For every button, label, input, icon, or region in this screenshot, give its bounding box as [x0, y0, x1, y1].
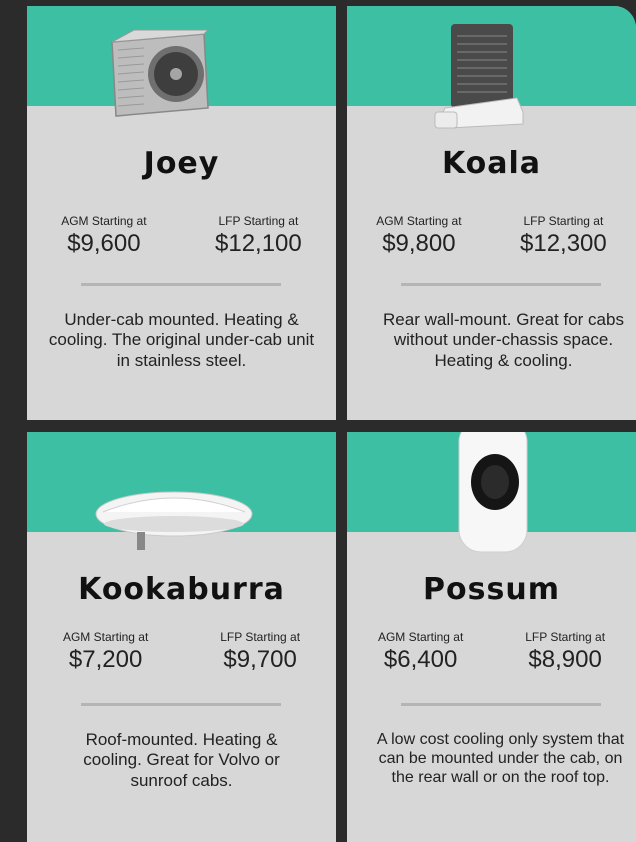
possum-unit-image: [458, 432, 528, 553]
lfp-price: $12,100: [215, 230, 302, 257]
lfp-price-block: LFP Starting at $8,900: [525, 630, 605, 674]
product-name: Koala: [441, 146, 542, 181]
koala-unit-image: [434, 24, 524, 129]
product-card-joey[interactable]: Joey AGM Starting at $9,600 LFP Starting…: [27, 6, 336, 420]
product-name: Joey: [143, 146, 220, 181]
product-card-kookaburra[interactable]: Kookaburra AGM Starting at $7,200 LFP St…: [27, 432, 336, 842]
lfp-price-block: LFP Starting at $9,700: [220, 630, 300, 674]
lfp-label: LFP Starting at: [218, 214, 299, 228]
agm-price-block: AGM Starting at $6,400: [378, 630, 463, 674]
product-name: Possum: [423, 572, 560, 607]
price-row: AGM Starting at $9,800 LFP Starting at $…: [347, 214, 636, 258]
agm-price: $6,400: [383, 646, 458, 673]
lfp-label: LFP Starting at: [523, 214, 604, 228]
lfp-price: $9,700: [223, 646, 297, 673]
agm-price-block: AGM Starting at $9,800: [376, 214, 461, 258]
lfp-price-block: LFP Starting at $12,100: [215, 214, 302, 258]
divider: [401, 283, 601, 286]
kookaburra-unit-image: [95, 491, 253, 550]
product-description: Rear wall-mount. Great for cabs without …: [383, 310, 624, 370]
agm-price: $7,200: [68, 646, 143, 673]
agm-price-block: AGM Starting at $7,200: [63, 630, 148, 674]
agm-label: AGM Starting at: [61, 214, 147, 228]
product-description: Roof-mounted. Heating & cooling. Great f…: [83, 730, 280, 790]
joey-unit-image: [111, 29, 210, 117]
agm-label: AGM Starting at: [62, 630, 149, 644]
divider: [81, 703, 281, 706]
product-description: A low cost cooling only system that can …: [376, 731, 625, 787]
agm-label: AGM Starting at: [376, 214, 462, 228]
price-row: AGM Starting at $7,200 LFP Starting at $…: [27, 630, 336, 674]
lfp-price-block: LFP Starting at $12,300: [520, 214, 607, 258]
product-card-possum[interactable]: Possum AGM Starting at $6,400 LFP Starti…: [347, 432, 636, 842]
product-card-koala[interactable]: Koala AGM Starting at $9,800 LFP Startin…: [347, 6, 636, 420]
agm-price: $9,600: [67, 230, 141, 257]
lfp-price: $12,300: [520, 230, 607, 257]
price-row: AGM Starting at $6,400 LFP Starting at $…: [347, 630, 636, 674]
lfp-label: LFP Starting at: [220, 630, 301, 644]
agm-price-block: AGM Starting at $9,600: [61, 214, 146, 258]
product-description: Under-cab mounted. Heating & cooling. Th…: [48, 310, 315, 370]
lfp-label: LFP Starting at: [525, 630, 606, 644]
divider: [81, 283, 281, 286]
agm-price: $9,800: [382, 230, 456, 257]
product-name: Kookaburra: [78, 572, 285, 607]
price-row: AGM Starting at $9,600 LFP Starting at $…: [27, 214, 336, 258]
lfp-price: $8,900: [528, 646, 602, 673]
agm-label: AGM Starting at: [377, 630, 464, 644]
divider: [401, 703, 601, 706]
